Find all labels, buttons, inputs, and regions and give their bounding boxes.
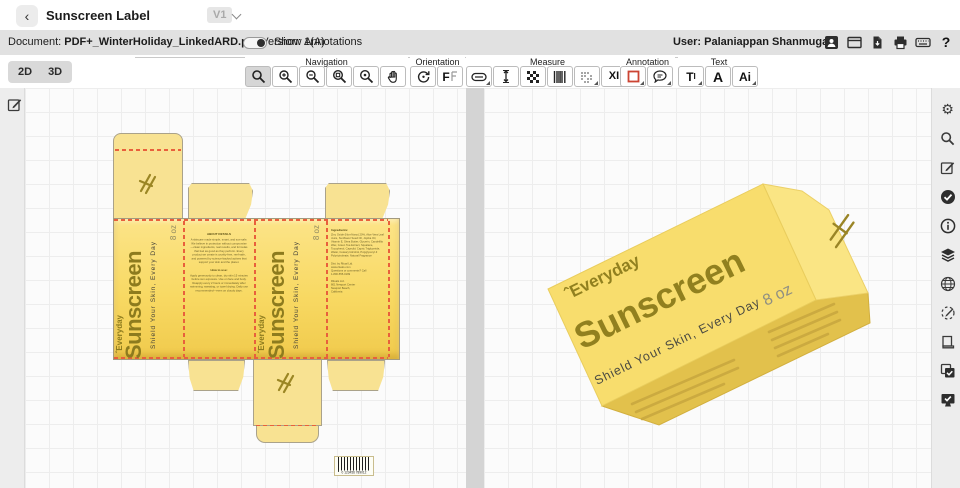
fold-line xyxy=(388,221,390,357)
braille-check-button[interactable] xyxy=(574,66,600,87)
fold-line xyxy=(114,357,388,359)
show-annotations-toggle[interactable] xyxy=(243,37,267,49)
monitor-check-icon[interactable] xyxy=(939,391,956,408)
dieline-dust-flap xyxy=(188,360,245,391)
brand-logo-icon xyxy=(138,173,157,195)
keyboard-shortcuts-icon[interactable] xyxy=(915,34,931,50)
page-title: Sunscreen Label xyxy=(46,8,151,23)
font-compare-button[interactable]: Ai xyxy=(732,66,758,87)
mode-switch: 2D 3D xyxy=(8,61,73,83)
pane-splitter[interactable] xyxy=(466,88,484,488)
left-tool-strip xyxy=(0,88,25,488)
panel-size-text: 8 oz xyxy=(169,225,178,241)
version-badge[interactable]: V1 xyxy=(207,7,233,23)
zoom-out-button[interactable] xyxy=(299,66,325,87)
text-properties-button[interactable]: TI xyxy=(678,66,704,87)
howto-body: Apply generously to clean, dry skin 15 m… xyxy=(190,274,248,293)
panel-title-text: Sunscreen xyxy=(121,251,146,359)
dieline-canvas-2d[interactable]: ˆEveryday Sunscreen Shield Your Skin, Ev… xyxy=(25,88,466,488)
mode-3d-button[interactable]: 3D xyxy=(48,66,62,78)
show-annotations-label: Show Annotations xyxy=(274,36,363,48)
dieline-main-body: ˆEveryday Sunscreen Shield Your Skin, Ev… xyxy=(113,218,400,476)
fold-line xyxy=(326,221,328,357)
fold-line xyxy=(254,221,256,357)
pages-icon[interactable] xyxy=(939,333,956,350)
layers-icon[interactable] xyxy=(939,246,956,263)
ingredients-heading: Ingredients: xyxy=(331,229,349,232)
mirror-view-button[interactable]: F xyxy=(437,66,463,87)
about-body: A skincare made simple, smart, and sun-s… xyxy=(190,238,248,265)
panel-tagline-text: Shield Your Skin, Every Day xyxy=(293,241,300,349)
address-line: California xyxy=(331,290,343,294)
back-button[interactable]: ‹ xyxy=(16,5,38,27)
brand-logo-icon xyxy=(276,372,295,394)
barcode-check-button[interactable] xyxy=(547,66,573,87)
screen-ruling-button[interactable] xyxy=(520,66,546,87)
render-canvas-3d[interactable]: ˆEveryday Sunscreen Shield Your Skin, Ev… xyxy=(484,88,931,488)
note-annotation-button[interactable] xyxy=(647,66,673,87)
zoom-fit-button[interactable] xyxy=(326,66,352,87)
export-file-icon[interactable] xyxy=(869,34,885,50)
compare-check-icon[interactable] xyxy=(939,362,956,379)
help-icon[interactable]: ? xyxy=(938,34,954,50)
font-button[interactable]: A xyxy=(705,66,731,87)
howto-heading: How to use: xyxy=(210,268,228,272)
dieline-dust-flap xyxy=(327,360,385,391)
title-bar: ‹ Sunscreen Label V1 xyxy=(0,0,960,30)
search-icon[interactable] xyxy=(939,130,956,147)
panel-tagline-text: Shield Your Skin, Every Day xyxy=(150,241,157,349)
mode-2d-button[interactable]: 2D xyxy=(18,66,32,78)
fold-line xyxy=(183,221,185,357)
freehand-select-icon[interactable] xyxy=(939,304,956,321)
document-filename: PDF+_WinterHoliday_LinkedARD.pdf xyxy=(64,36,259,48)
about-panel: ABOUT DETAILS A skincare made simple, sm… xyxy=(190,233,248,293)
settings-gear-icon[interactable]: ⚙ xyxy=(939,100,956,117)
rectangle-annotation-button[interactable] xyxy=(620,66,646,87)
right-tool-strip: ⚙ xyxy=(931,88,960,488)
avatar-icon[interactable] xyxy=(823,34,839,50)
workspace: ˆEveryday Sunscreen Shield Your Skin, Ev… xyxy=(0,88,960,488)
fold-line xyxy=(115,149,181,151)
viewer-app: ‹ Sunscreen Label V1 Document: PDF+_Wint… xyxy=(0,0,960,488)
measure-distance-button[interactable] xyxy=(466,66,492,87)
measure-height-button[interactable] xyxy=(493,66,519,87)
barcode-number: 0 123456 789012 xyxy=(338,470,370,475)
zoom-select-button[interactable] xyxy=(245,66,271,87)
about-heading: ABOUT DETAILS xyxy=(206,233,232,236)
ingredients-body: Zinc Oxide (Non-Nano) 20%, Aloe Vera Lea… xyxy=(331,233,384,258)
fold-line xyxy=(114,219,388,221)
main-toolbar: 2D 3D Navigation Orientation F Measure X… xyxy=(0,55,960,88)
ingredients-panel: Ingredients: Zinc Oxide (Non-Nano) 20%, … xyxy=(331,229,385,294)
dieline-tuck-flap xyxy=(256,426,319,443)
rotate-view-button[interactable] xyxy=(410,66,436,87)
toggle-knob xyxy=(257,39,265,47)
chevron-down-icon[interactable] xyxy=(231,9,242,20)
document-bar: Document: PDF+_WinterHoliday_LinkedARD.p… xyxy=(0,30,960,55)
print-icon[interactable] xyxy=(892,34,908,50)
box-3d-render: ˆEveryday Sunscreen Shield Your Skin, Ev… xyxy=(547,183,871,426)
panel-size-text: 8 oz xyxy=(312,225,321,241)
approval-check-icon[interactable] xyxy=(939,188,956,205)
edit-annotation-icon[interactable] xyxy=(939,159,956,176)
dist-line: 1-800-555-0199 xyxy=(331,273,351,277)
user-label: User: Palaniappan Shanmugam xyxy=(672,36,838,48)
window-layout-icon[interactable] xyxy=(846,34,862,50)
zoom-in-button[interactable] xyxy=(272,66,298,87)
pan-hand-button[interactable] xyxy=(380,66,406,87)
dieline-dust-flap xyxy=(325,183,390,219)
info-icon[interactable] xyxy=(939,217,956,234)
barcode: 0 123456 789012 xyxy=(334,456,374,476)
zoom-actual-size-button[interactable] xyxy=(353,66,379,87)
globe-grid-icon[interactable] xyxy=(939,275,956,292)
annotate-pen-icon[interactable] xyxy=(6,96,23,113)
panel-title-text: Sunscreen xyxy=(264,251,289,359)
dieline-dust-flap xyxy=(188,183,253,219)
